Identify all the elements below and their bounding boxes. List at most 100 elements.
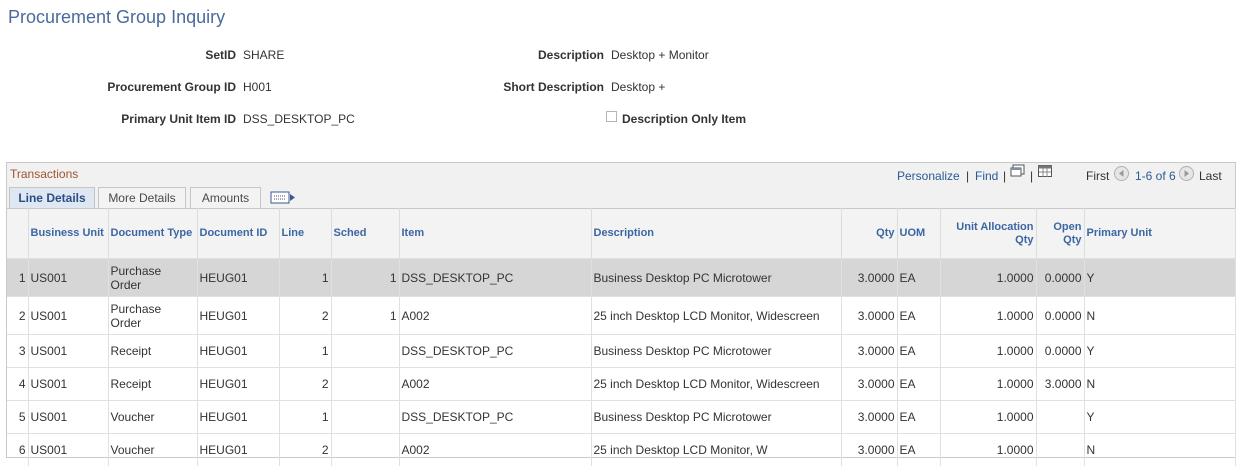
cell-document-id[interactable]: HEUG01 [197,335,279,368]
cell-item: DSS_DESKTOP_PC [399,401,591,434]
col-item[interactable]: Item [399,209,591,259]
separator: | [1030,169,1033,183]
short-description-label: Short Description [503,80,604,94]
table-row[interactable]: 6US001VoucherHEUG012A00225 inch Desktop … [7,434,1235,466]
next-arrow-icon[interactable] [1179,166,1194,184]
cell-qty: 3.0000 [841,297,897,335]
table-row[interactable]: 3US001ReceiptHEUG011 DSS_DESKTOP_PCBusine… [7,335,1235,368]
col-uom[interactable]: UOM [897,209,940,259]
first-link: First [1086,169,1109,183]
cell-line: 2 [279,368,331,401]
cell-description: 25 inch Desktop LCD Monitor, W [591,434,841,466]
cell-line: 1 [279,335,331,368]
separator: | [1003,169,1006,183]
description-label: Description [538,48,604,62]
col-primary-unit[interactable]: Primary Unit [1084,209,1235,259]
cell-qty: 3.0000 [841,368,897,401]
cell-primary-unit: N [1084,368,1235,401]
cell-document-id[interactable]: HEUG01 [197,434,279,466]
cell-uom: EA [897,434,940,466]
col-business-unit[interactable]: Business Unit [28,209,108,259]
col-description[interactable]: Description [591,209,841,259]
cell-item: A002 [399,434,591,466]
download-spreadsheet-icon[interactable] [1038,165,1053,181]
cell-document-id[interactable]: HEUG01 [197,368,279,401]
cell-row-number: 6 [7,434,28,466]
cell-primary-unit: N [1084,434,1235,466]
setid-value: SHARE [243,48,284,62]
description-only-label: Description Only Item [622,112,746,126]
cell-document-type: Voucher [108,401,197,434]
cell-row-number: 4 [7,368,28,401]
col-document-id[interactable]: Document ID [197,209,279,259]
cell-row-number: 1 [7,259,28,297]
cell-line: 1 [279,259,331,297]
cell-business-unit: US001 [28,335,108,368]
cell-primary-unit: Y [1084,259,1235,297]
cell-sched [331,401,399,434]
col-sched[interactable]: Sched [331,209,399,259]
procurement-group-value: H001 [243,80,272,94]
cell-sched: 1 [331,259,399,297]
cell-business-unit: US001 [28,434,108,466]
cell-qty: 3.0000 [841,335,897,368]
col-document-type[interactable]: Document Type [108,209,197,259]
cell-row-number: 2 [7,297,28,335]
cell-document-id[interactable]: HEUG01 [197,297,279,335]
personalize-link[interactable]: Personalize [897,169,960,183]
cell-row-number: 3 [7,335,28,368]
cell-uom: EA [897,401,940,434]
cell-description: Business Desktop PC Microtower [591,259,841,297]
cell-item: DSS_DESKTOP_PC [399,335,591,368]
col-qty[interactable]: Qty [841,209,897,259]
range-indicator: 1-6 of 6 [1135,169,1176,183]
col-open-qty[interactable]: Open Qty [1036,209,1084,259]
cell-primary-unit: Y [1084,335,1235,368]
cell-document-type: Receipt [108,335,197,368]
cell-description: 25 inch Desktop LCD Monitor, Widescreen [591,297,841,335]
cell-business-unit: US001 [28,259,108,297]
cell-document-type: Purchase Order [108,259,197,297]
procurement-group-label: Procurement Group ID [107,80,236,94]
short-description-value: Desktop + [611,80,665,94]
col-row-number [7,209,28,259]
cell-description: Business Desktop PC Microtower [591,335,841,368]
cell-open-qty [1036,434,1084,466]
grid-title: Transactions [10,167,78,181]
cell-unit-allocation-qty: 1.0000 [940,434,1036,466]
cell-item: DSS_DESKTOP_PC [399,259,591,297]
cell-open-qty: 0.0000 [1036,335,1084,368]
previous-arrow-icon[interactable] [1114,166,1129,184]
col-line[interactable]: Line [279,209,331,259]
cell-item: A002 [399,368,591,401]
cell-description: Business Desktop PC Microtower [591,401,841,434]
find-link[interactable]: Find [975,169,998,183]
cell-unit-allocation-qty: 1.0000 [940,368,1036,401]
tab-amounts[interactable]: Amounts [190,187,261,208]
cell-document-id[interactable]: HEUG01 [197,259,279,297]
primary-unit-item-label: Primary Unit Item ID [121,112,236,126]
cell-document-type: Receipt [108,368,197,401]
show-all-columns-icon[interactable] [270,190,296,205]
tab-more-details[interactable]: More Details [98,187,186,208]
col-unit-allocation-qty[interactable]: Unit Allocation Qty [940,209,1036,259]
tab-line-details[interactable]: Line Details [9,187,95,209]
cell-unit-allocation-qty: 1.0000 [940,401,1036,434]
cell-sched: 1 [331,297,399,335]
cell-item: A002 [399,297,591,335]
description-only-checkbox[interactable] [606,111,617,122]
table-row[interactable]: 5US001VoucherHEUG011DSS_DESKTOP_PCBusine… [7,401,1235,434]
cell-document-type: Voucher [108,434,197,466]
cell-business-unit: US001 [28,368,108,401]
table-row[interactable]: 4US001ReceiptHEUG012A00225 inch Desktop … [7,368,1235,401]
primary-unit-item-value: DSS_DESKTOP_PC [243,112,355,126]
cell-primary-unit: Y [1084,401,1235,434]
cell-business-unit: US001 [28,297,108,335]
view-all-icon[interactable] [1010,164,1026,181]
cell-uom: EA [897,368,940,401]
cell-sched [331,335,399,368]
table-row[interactable]: 2US001Purchase OrderHEUG0121A00225 inch … [7,297,1235,335]
cell-document-id[interactable]: HEUG01 [197,401,279,434]
separator: | [966,169,969,183]
table-row[interactable]: 1US001Purchase OrderHEUG0111DSS_DESKTOP_… [7,259,1235,297]
